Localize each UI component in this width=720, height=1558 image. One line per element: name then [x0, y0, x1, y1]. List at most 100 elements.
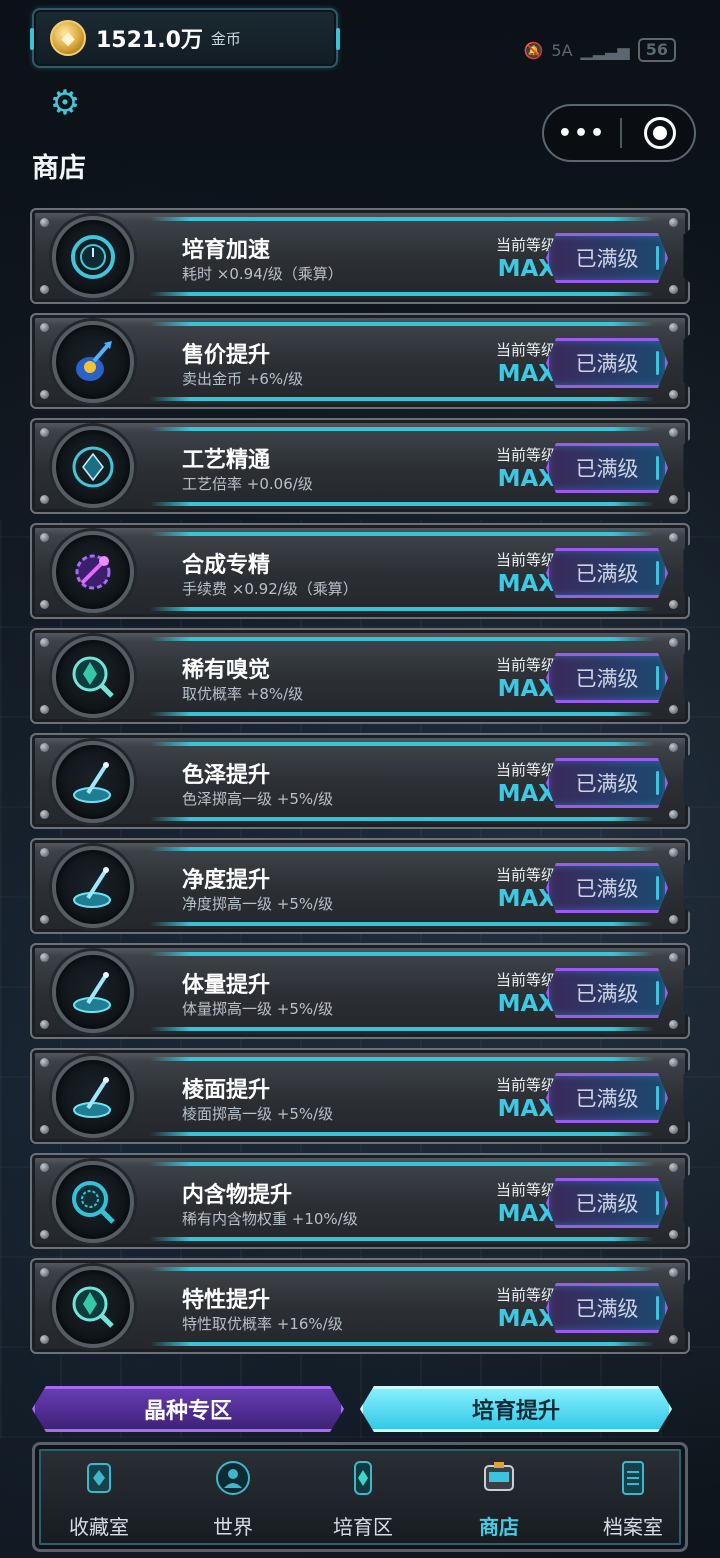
rivet — [40, 810, 49, 819]
upgrade-description: 耗时 ×0.94/级（乘算） — [182, 265, 343, 283]
card-light-strip — [150, 1132, 654, 1136]
nav-label: 培育区 — [333, 1515, 393, 1539]
gear-icon[interactable]: ⚙ — [46, 84, 84, 122]
current-level-value: MAX — [497, 886, 556, 912]
system-status: 🔕 5A ▁▂▃▅ 56 — [523, 38, 676, 62]
rivet — [669, 1268, 678, 1277]
current-level-value: MAX — [497, 1306, 556, 1332]
upgrade-card: 合成专精 手续费 ×0.92/级（乘算） 当前等级 MAX 已满级 — [30, 523, 690, 619]
maxed-button[interactable]: 已满级 — [546, 548, 668, 598]
rivet — [669, 743, 678, 752]
nav-item[interactable]: 培育区 — [299, 1457, 427, 1547]
upgrade-description: 卖出金币 +6%/级 — [182, 370, 304, 388]
rivet — [669, 953, 678, 962]
rivet — [40, 638, 49, 647]
maxed-button[interactable]: 已满级 — [546, 338, 668, 388]
upgrade-description: 取优概率 +8%/级 — [182, 685, 304, 703]
nav-item[interactable]: 世界 — [169, 1457, 297, 1547]
rivet — [669, 1020, 678, 1029]
card-light-strip — [150, 532, 654, 536]
nav-item[interactable]: 收藏室 — [35, 1457, 163, 1547]
upgrade-name: 棱面提升 — [182, 1078, 271, 1103]
page-title: 商店 — [32, 153, 86, 184]
card-light-strip — [150, 1057, 654, 1061]
current-level-label: 当前等级 — [495, 236, 556, 254]
current-level-value: MAX — [497, 1096, 556, 1122]
upgrade-description: 特性取优概率 +16%/级 — [182, 1315, 343, 1333]
miniprogram-capsule: ••• — [542, 104, 696, 162]
upgrade-icon-well — [52, 1056, 134, 1138]
card-light-strip — [150, 1267, 654, 1271]
tab-cultivation-upgrade[interactable]: 培育提升 — [360, 1386, 672, 1432]
shop-icon — [478, 1457, 520, 1499]
tab-seed-zone[interactable]: 晶种专区 — [32, 1386, 344, 1432]
coin-unit: 金币 — [210, 29, 241, 48]
rivet — [669, 1125, 678, 1134]
upgrade-icon-well — [52, 741, 134, 823]
rivet — [669, 1335, 678, 1344]
upgrade-name: 工艺精通 — [182, 448, 271, 473]
rivet — [669, 1163, 678, 1172]
stylus-pad-icon — [68, 757, 118, 807]
rivet — [669, 218, 678, 227]
upgrade-icon-well — [52, 1161, 134, 1243]
upgrade-name: 售价提升 — [182, 343, 271, 368]
coin-balance-bar: ◆ 1521.0万 金币 — [30, 8, 340, 68]
coin-icon: ◆ — [50, 20, 86, 56]
rivet — [40, 848, 49, 857]
rivet — [40, 285, 49, 294]
maxed-button[interactable]: 已满级 — [546, 1178, 668, 1228]
upgrade-description: 体量掷高一级 +5%/级 — [182, 1000, 334, 1018]
more-menu-button[interactable]: ••• — [544, 121, 620, 146]
current-level-value: MAX — [497, 571, 556, 597]
card-light-strip — [150, 817, 654, 821]
current-level-label: 当前等级 — [495, 971, 556, 989]
maxed-button[interactable]: 已满级 — [546, 863, 668, 913]
maxed-button[interactable]: 已满级 — [546, 758, 668, 808]
crystal-magnifier-icon — [68, 1282, 118, 1332]
maxed-button[interactable]: 已满级 — [546, 233, 668, 283]
upgrade-icon-well — [52, 531, 134, 613]
maxed-button[interactable]: 已满级 — [546, 968, 668, 1018]
current-level-value: MAX — [497, 1201, 556, 1227]
card-light-strip — [150, 427, 654, 431]
upgrade-list: 培育加速 耗时 ×0.94/级（乘算） 当前等级 MAX 已满级 售价提升 卖出金币 +6%… — [30, 208, 690, 1363]
card-light-strip — [150, 607, 654, 611]
rivet — [669, 705, 678, 714]
crystal-magnifier-icon — [68, 652, 118, 702]
upgrade-name: 特性提升 — [182, 1288, 271, 1313]
maxed-button[interactable]: 已满级 — [546, 1073, 668, 1123]
upgrade-name: 合成专精 — [182, 553, 271, 578]
upgrade-name: 体量提升 — [182, 973, 271, 998]
card-light-strip — [150, 712, 654, 716]
nav-item[interactable]: 档案室 — [569, 1457, 697, 1547]
upgrade-icon-well — [52, 426, 134, 508]
upgrade-card: 工艺精通 工艺倍率 +0.06/级 当前等级 MAX 已满级 — [30, 418, 690, 514]
card-light-strip — [150, 397, 654, 401]
maxed-button[interactable]: 已满级 — [546, 443, 668, 493]
card-light-strip — [150, 1342, 654, 1346]
rivet — [40, 428, 49, 437]
stylus-pad-icon — [68, 967, 118, 1017]
rivet — [40, 1335, 49, 1344]
battery-indicator: 56 — [637, 38, 676, 62]
scan-magnifier-icon — [68, 1177, 118, 1227]
close-target-button[interactable] — [644, 117, 676, 149]
upgrade-name: 培育加速 — [182, 238, 271, 263]
rivet — [669, 428, 678, 437]
rivet — [40, 218, 49, 227]
current-level-label: 当前等级 — [495, 1181, 556, 1199]
upgrade-card: 培育加速 耗时 ×0.94/级（乘算） 当前等级 MAX 已满级 — [30, 208, 690, 304]
nav-item[interactable]: 商店 — [435, 1457, 563, 1547]
maxed-button[interactable]: 已满级 — [546, 1283, 668, 1333]
current-level-label: 当前等级 — [495, 656, 556, 674]
upgrade-name: 色泽提升 — [182, 763, 271, 788]
mute-icon: 🔕 — [523, 40, 544, 60]
upgrade-name: 内含物提升 — [182, 1183, 293, 1208]
rivet — [669, 533, 678, 542]
card-light-strip — [150, 292, 654, 296]
maxed-button[interactable]: 已满级 — [546, 653, 668, 703]
rivet — [669, 323, 678, 332]
upgrade-description: 工艺倍率 +0.06/级 — [182, 475, 313, 493]
signal-label: 5A — [551, 40, 573, 60]
